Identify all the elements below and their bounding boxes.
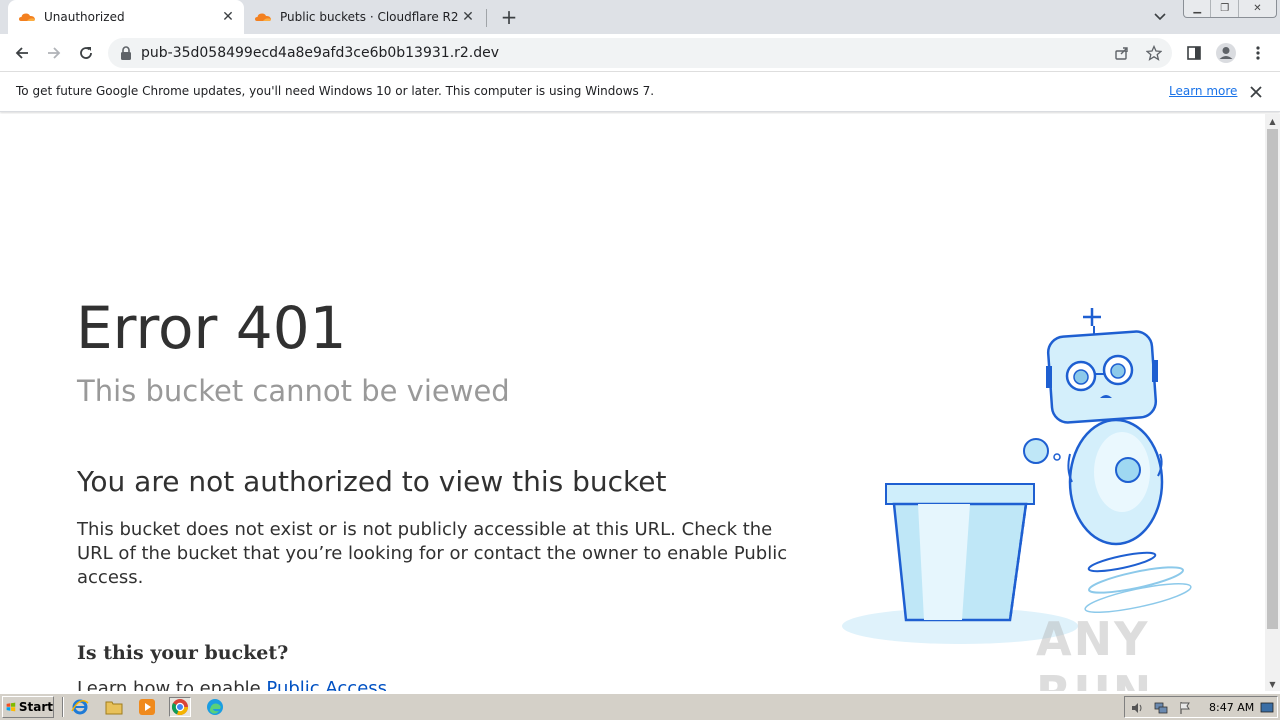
tab-title: Unauthorized (44, 10, 125, 24)
menu-button[interactable] (1244, 39, 1272, 67)
system-tray: 8:47 AM (1124, 696, 1278, 718)
learn-prefix: Learn how to enable (77, 678, 267, 691)
profile-button[interactable] (1212, 39, 1240, 67)
windows-taskbar: Start 8:47 AM (0, 693, 1280, 720)
tab-separator (486, 9, 487, 27)
public-access-link[interactable]: Public Access (266, 678, 387, 691)
browser-toolbar: pub-35d058499ecd4a8e9afd3ce6b0b13931.r2.… (0, 34, 1280, 72)
forward-arrow-icon (48, 47, 61, 59)
start-label: Start (18, 700, 53, 714)
volume-icon[interactable] (1129, 700, 1145, 716)
page-scrollbar[interactable]: ▲ ▼ (1265, 114, 1280, 691)
side-panel-icon (1187, 46, 1201, 60)
start-button[interactable]: Start (2, 696, 54, 718)
chrome-icon[interactable] (169, 697, 191, 717)
side-panel-button[interactable] (1180, 39, 1208, 67)
windows-flag-icon (6, 702, 16, 712)
taskbar-separator (62, 697, 64, 717)
kebab-menu-icon (1256, 46, 1260, 60)
network-icon[interactable] (1153, 700, 1169, 716)
tab-search-chevron-icon[interactable] (1150, 7, 1170, 27)
tab-strip: Unauthorized ✕ Public buckets · Cloudfla… (0, 0, 1280, 34)
restore-button[interactable]: ❐ (1211, 0, 1239, 17)
tab-unauthorized[interactable]: Unauthorized ✕ (8, 0, 244, 34)
update-info-bar: To get future Google Chrome updates, you… (0, 72, 1280, 112)
back-arrow-icon (15, 47, 28, 59)
tab-close-icon[interactable]: ✕ (218, 7, 238, 27)
close-window-button[interactable]: ✕ (1239, 0, 1276, 17)
tab-title: Public buckets · Cloudflare R2 docs (280, 10, 458, 24)
action-center-flag-icon[interactable] (1177, 700, 1193, 716)
show-desktop-icon[interactable] (1259, 700, 1275, 716)
share-icon[interactable] (1112, 43, 1132, 63)
ie-icon[interactable] (69, 697, 91, 717)
bookmark-star-icon[interactable] (1144, 43, 1164, 63)
explorer-icon[interactable] (103, 697, 125, 717)
confused-robot-illustration (842, 308, 1192, 644)
back-button[interactable] (8, 39, 36, 67)
anyrun-watermark: ANY RUN (1036, 612, 1151, 691)
bucket-question: Is this your bucket? (77, 642, 289, 664)
forward-button[interactable] (40, 39, 68, 67)
lock-icon[interactable] (120, 46, 132, 60)
profile-avatar-icon (1216, 43, 1236, 63)
address-bar[interactable]: pub-35d058499ecd4a8e9afd3ce6b0b13931.r2.… (108, 38, 1172, 68)
info-bar-close-icon[interactable] (1246, 82, 1266, 102)
page-content: Error 401 This bucket cannot be viewed Y… (0, 114, 1265, 691)
error-subtitle: This bucket cannot be viewed (77, 374, 510, 408)
reload-button[interactable] (72, 39, 100, 67)
tab-public-buckets[interactable]: Public buckets · Cloudflare R2 docs ✕ (244, 0, 484, 34)
learn-public-access: Learn how to enable Public Access (77, 678, 387, 691)
edge-icon[interactable] (204, 697, 226, 717)
info-bar-message: To get future Google Chrome updates, you… (16, 84, 655, 98)
reload-icon (80, 47, 92, 59)
media-player-icon[interactable] (136, 697, 158, 717)
error-code: Error 401 (76, 294, 347, 362)
error-heading: You are not authorized to view this buck… (77, 465, 667, 498)
learn-more-link[interactable]: Learn more (1169, 84, 1237, 98)
error-description: This bucket does not exist or is not pub… (77, 519, 788, 588)
cloudflare-favicon-icon (254, 8, 272, 26)
cloudflare-favicon-icon (18, 8, 36, 26)
window-controls: ▁ ❐ ✕ (1183, 0, 1277, 18)
new-tab-button[interactable]: + (498, 5, 520, 29)
scroll-down-arrow-icon[interactable]: ▼ (1265, 677, 1280, 691)
scroll-up-arrow-icon[interactable]: ▲ (1265, 114, 1280, 128)
tab-close-icon[interactable]: ✕ (458, 7, 478, 27)
taskbar-clock: 8:47 AM (1209, 701, 1255, 714)
url-text[interactable]: pub-35d058499ecd4a8e9afd3ce6b0b13931.r2.… (141, 45, 499, 61)
scroll-thumb[interactable] (1267, 129, 1278, 629)
minimize-button[interactable]: ▁ (1184, 0, 1212, 17)
